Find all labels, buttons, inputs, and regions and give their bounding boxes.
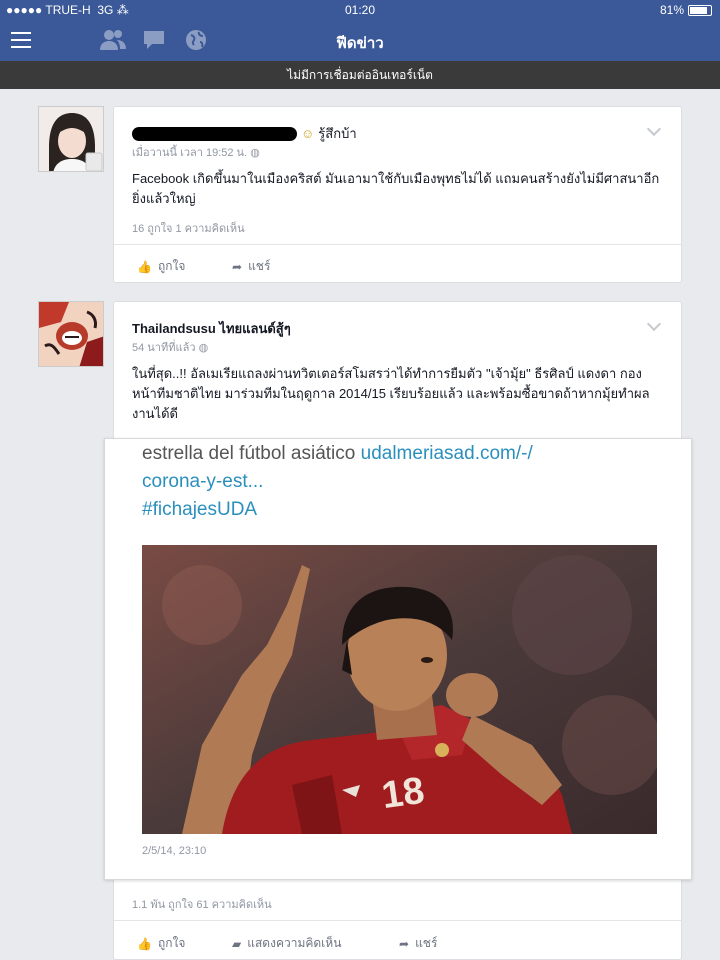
chevron-down-icon[interactable] [646, 316, 662, 332]
share-button[interactable]: ➦ แชร์ [232, 257, 270, 276]
share-arrow-icon: ➦ [399, 936, 410, 951]
divider [114, 244, 681, 245]
share-label: แชร์ [248, 259, 271, 273]
post-card: ☺ รู้สึกบ้า เมื่อวานนี้ เวลา 19:52 น. ◍ … [113, 106, 682, 283]
comment-button[interactable]: ▰ แสดงความคิดเห็น [232, 934, 341, 953]
comment-label: แสดงความคิดเห็น [247, 936, 342, 950]
like-label: ถูกใจ [157, 259, 186, 273]
football-player-photo: 18 [142, 545, 657, 834]
post-text: ในที่สุด..!! อัลเมเรียแถลงผ่านทวิตเตอร์ส… [132, 366, 650, 421]
like-button[interactable]: 👍 ถูกใจ [137, 257, 185, 276]
tweet-text-line: estrella del fútbol asiático udalmeriasa… [142, 443, 533, 465]
post-counts[interactable]: 16 ถูกใจ 1 ความคิดเห็น [132, 219, 245, 237]
jersey-number: 18 [379, 770, 427, 817]
audience-globe-icon: ◍ [198, 342, 209, 354]
tweet-timestamp: 2/5/14, 23:10 [142, 845, 207, 857]
post-time-label: 54 นาทีที่แล้ว [132, 342, 196, 354]
battery-percent: 81% [659, 3, 684, 17]
share-arrow-icon: ➦ [232, 259, 243, 274]
post-text: Facebook เกิดขึ้นมาในเมืองคริสต์ มันเอาม… [132, 171, 660, 206]
divider [114, 920, 681, 921]
feeling-label: รู้สึกบ้า [318, 126, 357, 141]
tweet-link-continued[interactable]: corona-y-est... [142, 471, 263, 493]
page-avatar[interactable] [38, 301, 104, 367]
like-label: ถูกใจ [157, 936, 186, 950]
battery-icon [688, 4, 712, 16]
post-author[interactable]: ☺ รู้สึกบ้า [132, 123, 357, 144]
page-title: ฟีดข่าว [336, 35, 384, 52]
post-time[interactable]: 54 นาทีที่แล้ว ◍ [132, 338, 208, 356]
audience-globe-icon: ◍ [250, 147, 260, 159]
thumbs-up-icon: 👍 [137, 936, 152, 951]
post-time[interactable]: เมื่อวานนี้ เวลา 19:52 น. ◍ [132, 143, 260, 161]
post-time-label: เมื่อวานนี้ เวลา 19:52 น. [132, 147, 248, 159]
tweet-text: estrella del fútbol asiático [142, 443, 361, 464]
like-button[interactable]: 👍 ถูกใจ [137, 934, 185, 953]
post-counts[interactable]: 1.1 พัน ถูกใจ 61 ความคิดเห็น [132, 895, 272, 913]
thumbs-up-icon: 👍 [137, 259, 152, 274]
tweet-hashtag[interactable]: #fichajesUDA [142, 499, 257, 521]
share-button[interactable]: ➦ แชร์ [399, 934, 437, 953]
chevron-down-icon[interactable] [646, 121, 662, 137]
status-bar: ●●●●● TRUE-H 3G ⁂ 01:20 81% [0, 0, 720, 20]
tweet-link[interactable]: udalmeriasad.com/-/ [361, 443, 533, 464]
nav-bar: ฟีดข่าว [0, 20, 720, 61]
offline-banner: ไม่มีการเชื่อมต่ออินเทอร์เน็ต [0, 61, 720, 89]
feeling-emoji-icon: ☺ [301, 126, 315, 141]
avatar[interactable] [38, 106, 104, 172]
battery-status: 81% [660, 3, 712, 17]
comment-icon: ▰ [232, 936, 242, 951]
redacted-name-bar [132, 126, 297, 141]
page-name[interactable]: Thailandsusu ไทยแลนด์สู้ๆ [132, 318, 291, 339]
clock: 01:20 [344, 3, 376, 17]
share-label: แชร์ [415, 936, 438, 950]
shared-image[interactable]: estrella del fútbol asiático udalmeriasa… [104, 438, 692, 880]
